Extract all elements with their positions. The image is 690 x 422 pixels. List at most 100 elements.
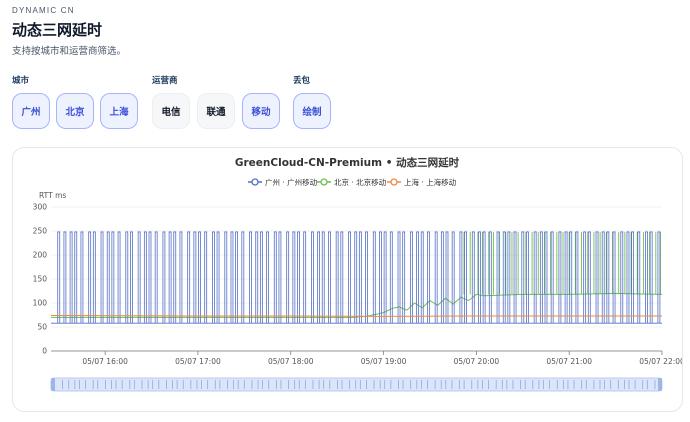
loss-spike-guangzhou [106,231,110,324]
loss-spike-guangzhou [365,231,368,324]
loss-spike-guangzhou [372,231,376,324]
loss-spike-guangzhou [354,231,358,324]
loss-spike-guangzhou [125,231,129,324]
loss-spike-guangzhou [488,231,492,324]
y-tick-label: 50 [37,323,47,332]
loss-spike-guangzhou [587,231,591,324]
legend-label-guangzhou: 广州 · 广州移动 [265,177,318,187]
legend-marker-shanghai [390,178,398,186]
loss-spike-guangzhou [311,231,314,324]
loss-spike-guangzhou [292,231,296,324]
loss-spike-guangzhou [459,231,463,324]
x-tick-label: 05/07 19:00 [361,357,407,366]
loss-spike-guangzhou [100,231,104,324]
chart-title: GreenCloud-CN-Premium • 动态三网延时 [235,156,460,169]
loss-spike-guangzhou [440,231,444,324]
loss-spike-guangzhou [235,231,239,324]
loss-spike-guangzhou [427,231,430,324]
loss-spike-guangzhou [564,231,568,324]
city-chip-shanghai[interactable]: 上海 [100,93,138,129]
page-subtitle: 支持按城市和运营商筛选。 [12,46,127,57]
loss-spike-guangzhou [117,231,121,324]
loss-spike-guangzhou [539,231,543,324]
x-tick-label: 05/07 18:00 [268,357,314,366]
loss-spike-guangzhou [420,231,424,324]
loss-spike-guangzhou [143,231,147,324]
eyebrow: DYNAMIC CN [12,6,75,15]
legend-marker-beijing [320,178,328,186]
loss-spike-guangzhou [645,231,648,324]
loss-spike-guangzhou [204,231,208,324]
loss-spike-guangzhou [402,231,406,324]
zoom-handle-left[interactable] [51,378,55,391]
loss-spike-guangzhou [583,231,587,324]
loss-filter-label: 丢包 [293,76,311,86]
isp-chip-unicom[interactable]: 联通 [197,93,235,129]
zoom-handle-right[interactable] [658,378,662,391]
y-tick-label: 200 [33,251,48,260]
x-tick-label: 05/07 17:00 [175,357,221,366]
loss-spike-guangzhou [601,231,605,324]
loss-spike-guangzhou [397,231,401,324]
loss-spike-guangzhou [154,231,158,324]
page: DYNAMIC CN 动态三网延时 支持按城市和运营商筛选。 城市 广州 北京 … [0,0,690,422]
x-tick-label: 05/07 16:00 [82,357,128,366]
y-axis-label: RTT ms [39,191,66,200]
x-tick-label: 05/07 21:00 [546,357,592,366]
loss-spike-guangzhou [216,231,220,324]
loss-spike-guangzhou [286,231,290,324]
latency-chart: GreenCloud-CN-Premium • 动态三网延时 广州 · 广州移动… [33,156,685,392]
loss-spike-guangzhou [273,231,277,324]
loss-spike-guangzhou [328,231,331,324]
loss-spike-guangzhou [657,231,661,324]
loss-spike-guangzhou [595,231,599,324]
loss-spike-guangzhou [278,231,282,324]
loss-spike-guangzhou [410,231,413,324]
loss-spike-guangzhou [317,231,321,324]
legend-item-beijing[interactable]: 北京 · 北京移动 [317,177,387,187]
legend-marker-guangzhou [251,178,259,186]
loss-spike-guangzhou [130,231,133,324]
zoom-slider[interactable] [50,377,663,392]
loss-spike-guangzhou [80,231,84,324]
loss-spike-guangzhou [513,231,517,324]
loss-spike-guangzhou [575,231,579,324]
loss-spike-guangzhou [224,231,228,324]
loss-spike-guangzhou [358,231,362,324]
loss-spike-guangzhou [212,231,215,324]
loss-spike-guangzhou [255,231,259,324]
loss-spike-guangzhou [612,231,616,324]
loss-spike-guangzhou [297,231,300,324]
loss-spike-guangzhou [63,231,67,324]
city-filter-label: 城市 [12,76,30,86]
isp-filter-label: 运营商 [152,76,178,86]
loss-spike-guangzhou [550,231,554,324]
loss-spike-guangzhou [464,231,467,324]
loss-spike-guangzhou [383,231,387,324]
loss-spike-guangzhou [148,231,152,324]
isp-chip-telecom[interactable]: 电信 [152,93,190,129]
loss-spike-guangzhou [637,231,641,324]
y-axis-ticks: 0 50 100 150 200 250 300 [33,203,48,356]
loss-spike-guangzhou [340,231,344,324]
loss-spike-guangzhou [57,231,61,324]
loss-spike-guangzhou [620,231,624,324]
loss-spike-guangzhou [416,231,419,324]
city-chip-beijing[interactable]: 北京 [56,93,94,129]
loss-spike-guangzhou [502,231,506,324]
loss-spike-guangzhou [259,231,263,324]
loss-spike-guangzhou [631,231,635,324]
loss-chip-draw[interactable]: 绘制 [293,93,331,129]
y-tick-label: 300 [33,203,48,212]
loss-spike-guangzhou [69,231,73,324]
legend-item-guangzhou[interactable]: 广州 · 广州移动 [248,177,318,187]
city-chip-guangzhou[interactable]: 广州 [12,93,50,129]
loss-spike-guangzhou [193,231,197,324]
loss-spike-guangzhou [241,231,245,324]
loss-spike-guangzhou [198,231,201,324]
zoom-slider-track[interactable] [50,377,663,392]
loss-spike-guangzhou [451,231,455,324]
loss-spike-guangzhou [230,231,234,324]
isp-chip-mobile[interactable]: 移动 [242,93,280,129]
legend-item-shanghai[interactable]: 上海 · 上海移动 [387,177,457,187]
